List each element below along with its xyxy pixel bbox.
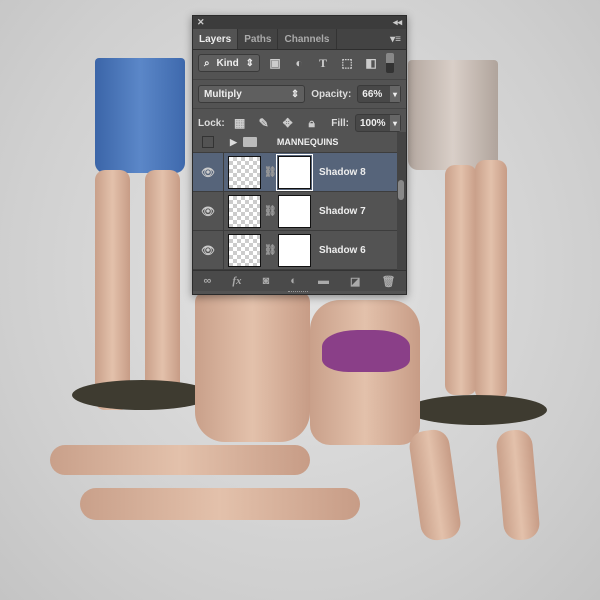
collapse-icon[interactable]: ◂◂ [393,17,402,28]
shape-filter-icon[interactable]: ⬚ [338,56,356,70]
blue-shorts [95,58,185,173]
bikini-top [322,330,410,372]
tab-layers[interactable]: Layers [193,29,239,49]
blend-row: Multiply ⇕ Opacity: 66% ▾ [193,83,406,105]
new-layer-icon[interactable]: ◪ [350,275,360,288]
link-chain-icon[interactable]: ⛓︎ [264,245,277,256]
layer-thumbnail [228,233,261,267]
lock-row: Lock: ▦ ✎ ✥ 🔒︎ Fill: 100% ▾ [193,112,406,134]
mannequin-arm [80,488,360,520]
chevron-updown-icon: ⇕ [245,57,254,69]
lock-pixels-brush-icon[interactable]: ✎ [255,116,273,130]
filter-row: ⌕ Kind ⇕ ▣ ◐ T ⬚ ◧ [193,50,406,76]
layer-row[interactable]: 👁︎ ⛓︎ Shadow 6 [193,231,397,270]
adjustment-filter-icon[interactable]: ◐ [290,56,308,70]
fill-field[interactable]: 100% ▾ [355,114,401,132]
layer-group-mannequins[interactable]: ▶ MANNEQUINS [193,132,397,153]
layer-name: Shadow 7 [319,205,366,217]
lock-label: Lock: [198,117,225,129]
layer-row[interactable]: 👁︎ ⛓︎ Shadow 7 [193,192,397,231]
mannequin-leg [145,170,180,400]
eye-icon[interactable]: 👁︎ [193,192,224,230]
opacity-field[interactable]: 66% ▾ [357,85,401,103]
mannequin-leg [445,165,477,395]
female-torso [310,300,420,445]
smart-object-filter-icon[interactable]: ◧ [362,56,380,70]
expand-triangle-icon[interactable]: ▶ [230,137,237,148]
male-torso [195,292,310,442]
type-filter-icon[interactable]: T [314,56,332,71]
tab-channels[interactable]: Channels [278,29,337,49]
mannequin-arm [407,427,463,543]
visibility-toggle-empty[interactable] [202,136,214,148]
link-chain-icon[interactable]: ⛓︎ [264,167,277,178]
lock-transparency-icon[interactable]: ▦ [231,116,249,130]
link-chain-icon[interactable]: ⛓︎ [264,206,277,217]
fx-icon[interactable]: fx [232,275,241,287]
mannequin-leg [475,160,507,400]
layer-mask-thumbnail[interactable] [276,153,313,191]
layer-name: Shadow 6 [319,244,366,256]
layer-mask-thumbnail[interactable] [278,233,311,267]
stand-base [407,395,547,425]
scrollbar[interactable] [397,132,406,270]
resize-grip[interactable] [288,291,308,295]
panel-tabs: Layers Paths Channels ▾≡ [193,29,406,50]
scrollbar-thumb[interactable] [398,180,404,200]
filter-kind-select[interactable]: ⌕ Kind ⇕ [198,54,260,72]
mannequin-leg [95,170,130,410]
opacity-label: Opacity: [311,88,352,100]
close-icon[interactable]: ✕ [197,17,205,28]
chevron-down-icon[interactable]: ▾ [389,115,400,131]
add-mask-icon[interactable]: ◙ [263,275,270,287]
layer-name: Shadow 8 [319,166,366,178]
chevron-down-icon[interactable]: ▾ [389,86,400,102]
layers-panel: ✕ ◂◂ Layers Paths Channels ▾≡ ⌕ Kind ⇕ ▣ ◐… [192,15,407,295]
blend-mode-select[interactable]: Multiply ⇕ [198,85,306,103]
panel-footer: ∞ fx ◙ ◐ ▬ ◪ 🗑︎ [193,270,406,291]
layer-mask-thumbnail[interactable] [278,194,311,228]
eye-icon[interactable]: 👁︎ [193,153,224,191]
chevron-updown-icon: ⇕ [290,88,300,100]
fill-label: Fill: [331,117,349,129]
link-layers-icon[interactable]: ∞ [204,275,212,287]
adjustment-layer-icon[interactable]: ◐ [290,275,297,287]
lock-all-icon[interactable]: 🔒︎ [303,116,321,131]
layer-row[interactable]: 👁︎ ⛓︎ Shadow 8 [193,153,397,192]
pixel-filter-icon[interactable]: ▣ [266,56,284,70]
lock-position-move-icon[interactable]: ✥ [279,116,297,130]
beige-shorts [408,60,498,170]
stand-base [72,380,212,410]
tab-paths[interactable]: Paths [238,29,279,49]
panel-titlebar: ✕ ◂◂ [193,16,406,29]
group-name: MANNEQUINS [276,137,339,147]
filter-toggle[interactable] [386,53,394,73]
new-group-folder-icon[interactable]: ▬ [318,275,329,287]
layer-thumbnail [228,155,261,189]
eye-icon[interactable]: 👁︎ [193,231,224,269]
mannequin-arm [50,445,310,475]
mannequin-arm [495,428,541,542]
layer-thumbnail [228,194,261,228]
search-icon: ⌕ [204,57,210,69]
trash-icon[interactable]: 🗑︎ [381,275,395,288]
folder-icon [242,137,257,147]
panel-menu-icon[interactable]: ▾≡ [385,29,406,49]
